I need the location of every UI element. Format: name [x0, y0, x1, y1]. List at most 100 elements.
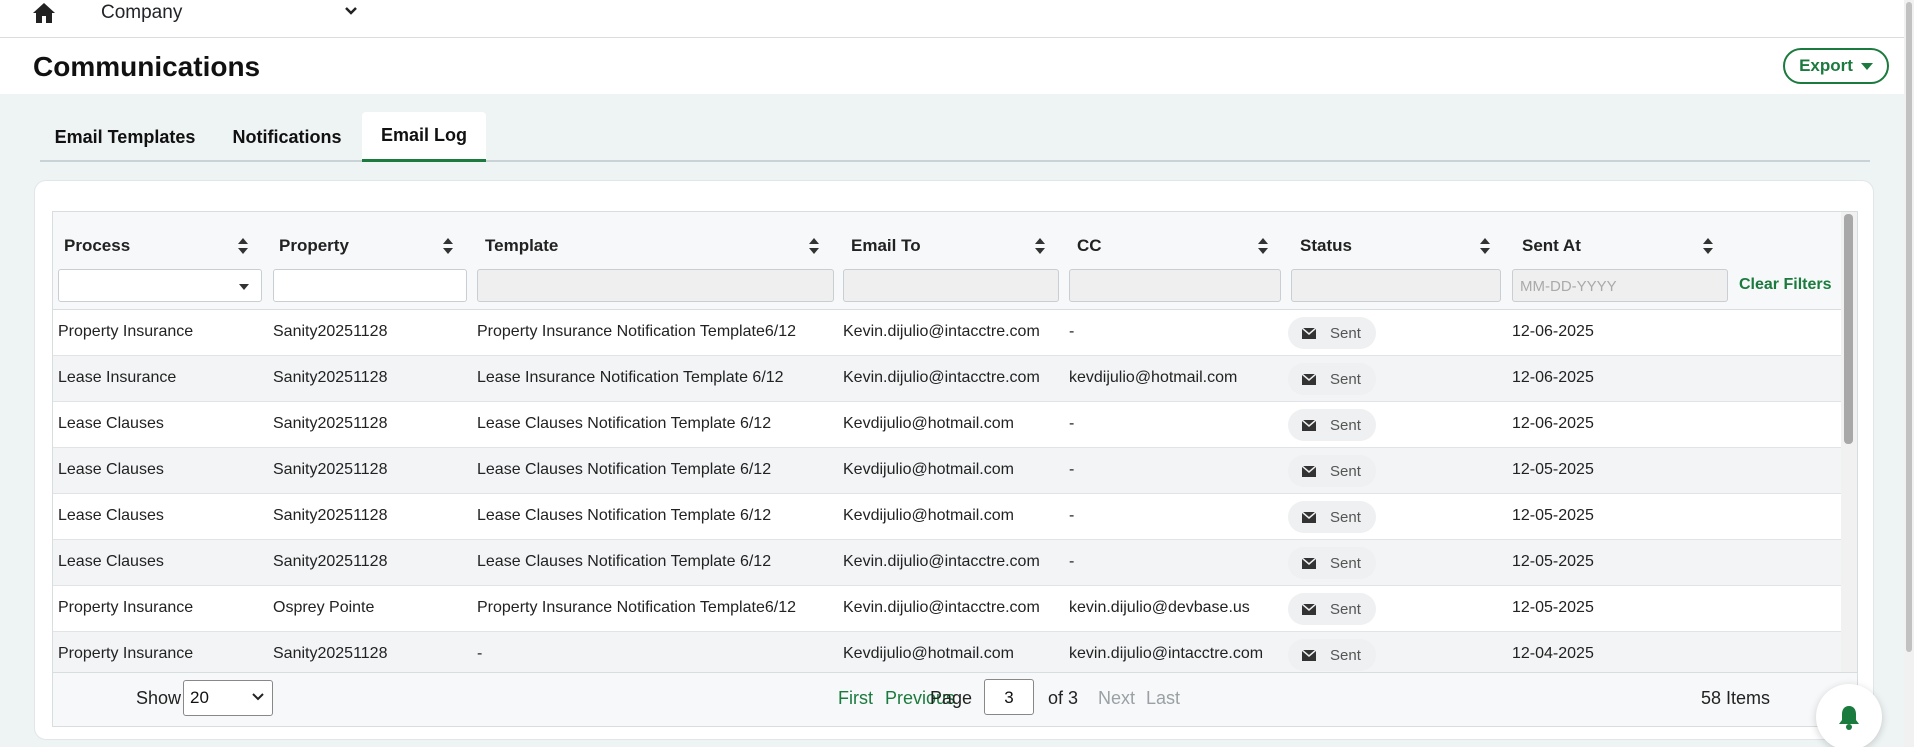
next-page-link[interactable]: Next: [1098, 688, 1135, 709]
pagination-bar: Show 20 First Previous Page 3 of 3 Next …: [53, 672, 1857, 726]
cell-email-to: Kevdijulio@hotmail.com: [843, 415, 1014, 432]
export-button[interactable]: Export: [1783, 48, 1889, 84]
sort-icon[interactable]: [1258, 238, 1268, 254]
page-total: of 3: [1048, 688, 1079, 708]
status-text: Sent: [1330, 370, 1361, 388]
email-to-filter-input: [843, 269, 1059, 302]
sort-icon[interactable]: [238, 238, 248, 254]
cell-sent-at: 12-05-2025: [1512, 599, 1594, 616]
cell-process: Property Insurance: [58, 599, 194, 616]
sort-icon[interactable]: [443, 238, 453, 254]
status-badge: Sent: [1288, 363, 1376, 395]
status-text: Sent: [1330, 462, 1361, 480]
items-count: 58 Items: [1701, 688, 1771, 708]
page-title: Communications: [33, 51, 261, 82]
grid-header: Process Property Template Email To CC St…: [53, 212, 1841, 310]
tab-bar: Email Templates Notifications Email Log: [40, 112, 1870, 162]
page-number-input[interactable]: 3: [984, 679, 1034, 715]
cell-property: Sanity20251128: [273, 553, 388, 570]
cell-property: Sanity20251128: [273, 415, 388, 432]
page-size-value: 20: [190, 688, 209, 707]
table-row[interactable]: Property Insurance Sanity20251128 Proper…: [53, 310, 1841, 356]
envelope-icon: [1302, 373, 1316, 385]
cc-filter-input: [1069, 269, 1281, 302]
scrollbar-thumb[interactable]: [1844, 214, 1853, 444]
home-icon[interactable]: [32, 2, 56, 24]
grid-scrollbar[interactable]: [1841, 212, 1857, 672]
tab-email-templates[interactable]: Email Templates: [40, 112, 210, 162]
cell-cc: -: [1069, 415, 1075, 432]
property-filter-input[interactable]: [273, 269, 467, 302]
cell-cc: -: [1069, 507, 1075, 524]
cell-cc: -: [1069, 323, 1075, 340]
envelope-icon: [1302, 649, 1316, 661]
cell-template: Lease Insurance Notification Template 6/…: [477, 369, 784, 386]
chevron-down-icon: [239, 284, 249, 290]
tab-notifications[interactable]: Notifications: [222, 112, 352, 162]
cell-property: Sanity20251128: [273, 369, 388, 386]
column-header-sent-at[interactable]: Sent At: [1522, 236, 1581, 256]
cell-property: Sanity20251128: [273, 323, 388, 340]
window-scrollbar[interactable]: [1904, 0, 1914, 747]
last-page-link[interactable]: Last: [1146, 688, 1180, 709]
cell-template: Lease Clauses Notification Template 6/12: [477, 507, 772, 524]
column-header-process[interactable]: Process: [64, 236, 130, 256]
sort-icon[interactable]: [1480, 238, 1490, 254]
window-scrollbar-thumb[interactable]: [1906, 2, 1912, 652]
page-size-select[interactable]: 20: [183, 680, 273, 716]
status-text: Sent: [1330, 324, 1361, 342]
caret-down-icon: [1860, 62, 1873, 70]
column-header-email-to[interactable]: Email To: [851, 236, 921, 256]
cell-sent-at: 12-06-2025: [1512, 323, 1594, 340]
cell-email-to: Kevin.dijulio@intacctre.com: [843, 553, 1040, 570]
tab-email-log[interactable]: Email Log: [362, 112, 486, 162]
notifications-button[interactable]: [1816, 684, 1882, 747]
cell-template: -: [477, 645, 483, 662]
sort-icon[interactable]: [809, 238, 819, 254]
company-selector[interactable]: Company: [101, 2, 182, 24]
process-filter-select[interactable]: [58, 269, 262, 302]
status-badge: Sent: [1288, 409, 1376, 441]
cell-sent-at: 12-05-2025: [1512, 507, 1594, 524]
chevron-down-icon[interactable]: [344, 5, 358, 17]
table-row[interactable]: Lease Clauses Sanity20251128 Lease Claus…: [53, 448, 1841, 494]
cell-property: Sanity20251128: [273, 507, 388, 524]
status-text: Sent: [1330, 600, 1361, 618]
envelope-icon: [1302, 465, 1316, 477]
status-badge: Sent: [1288, 317, 1376, 349]
cell-sent-at: 12-06-2025: [1512, 415, 1594, 432]
cell-process: Lease Clauses: [58, 553, 164, 570]
column-header-template[interactable]: Template: [485, 236, 558, 256]
cell-process: Lease Clauses: [58, 415, 164, 432]
status-badge: Sent: [1288, 501, 1376, 533]
show-label: Show: [136, 688, 182, 708]
cell-email-to: Kevin.dijulio@intacctre.com: [843, 599, 1040, 616]
table-row[interactable]: Lease Insurance Sanity20251128 Lease Ins…: [53, 356, 1841, 402]
table-row[interactable]: Lease Clauses Sanity20251128 Lease Claus…: [53, 402, 1841, 448]
sort-icon[interactable]: [1703, 238, 1713, 254]
sort-icon[interactable]: [1035, 238, 1045, 254]
cell-cc: kevin.dijulio@intacctre.com: [1069, 645, 1264, 662]
table-row[interactable]: Lease Clauses Sanity20251128 Lease Claus…: [53, 540, 1841, 586]
table-row[interactable]: Property Insurance Osprey Pointe Propert…: [53, 586, 1841, 632]
cell-template: Lease Clauses Notification Template 6/12: [477, 553, 772, 570]
cell-email-to: Kevdijulio@hotmail.com: [843, 645, 1014, 662]
cell-template: Property Insurance Notification Template…: [477, 599, 796, 616]
chevron-down-icon: [252, 693, 264, 701]
column-header-property[interactable]: Property: [279, 236, 349, 256]
cell-cc: -: [1069, 553, 1075, 570]
column-header-cc[interactable]: CC: [1077, 236, 1102, 256]
table-row[interactable]: Lease Clauses Sanity20251128 Lease Claus…: [53, 494, 1841, 540]
cell-template: Lease Clauses Notification Template 6/12: [477, 415, 772, 432]
cell-template: Property Insurance Notification Template…: [477, 323, 796, 340]
status-text: Sent: [1330, 416, 1361, 434]
clear-filters-button[interactable]: Clear Filters: [1739, 276, 1831, 294]
first-page-link[interactable]: First: [838, 688, 873, 709]
sent-at-filter-input: MM-DD-YYYY: [1512, 269, 1728, 302]
cell-property: Sanity20251128: [273, 645, 388, 662]
column-header-status[interactable]: Status: [1300, 236, 1352, 256]
status-text: Sent: [1330, 646, 1361, 664]
top-bar: Company: [0, 0, 1914, 38]
cell-cc: kevdijulio@hotmail.com: [1069, 369, 1238, 386]
cell-process: Property Insurance: [58, 645, 194, 662]
